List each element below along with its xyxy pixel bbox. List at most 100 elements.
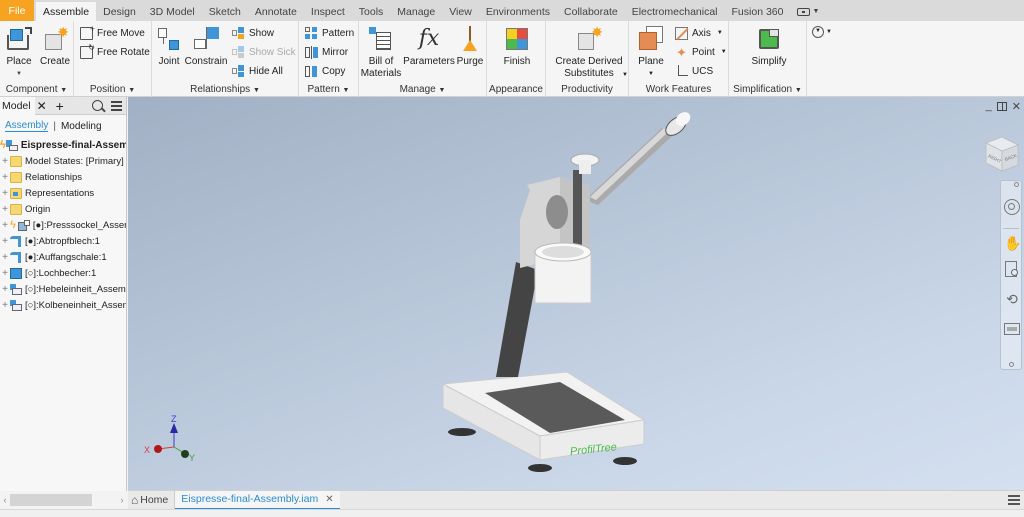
tab-electromechanical[interactable]: Electromechanical [625,2,725,21]
expand-icon[interactable]: + [0,156,10,167]
axis-button[interactable]: Axis ▼ [675,25,723,41]
panel-productivity: ✸ Create Derived Substitutes ▼ Productiv… [546,21,629,97]
constrain-button[interactable]: Constrain [185,25,227,68]
close-icon[interactable]: ✕ [37,99,47,113]
show-sick-icon [232,45,245,59]
simplify-button[interactable]: Simplify [749,25,789,68]
navbar-options-icon[interactable] [1014,182,1019,187]
scroll-right-icon[interactable]: › [117,495,127,505]
subtab-modeling[interactable]: Modeling [61,121,102,132]
tab-manage[interactable]: Manage [390,2,442,21]
create-derived-substitutes-button[interactable]: ✸ Create Derived Substitutes ▼ [552,25,628,80]
panel-label-position[interactable]: Position ▼ [74,84,151,95]
panel-label-component[interactable]: Component ▼ [0,84,73,95]
zoom-icon[interactable] [1005,261,1018,277]
add-tab-icon[interactable]: + [56,98,64,114]
tab-assemble[interactable]: Assemble [36,2,97,21]
pan-hand-icon[interactable]: ✋ [1004,235,1021,251]
assembly-model[interactable]: ProfilTree [420,112,720,472]
tab-file[interactable]: File [0,0,34,21]
expand-icon[interactable]: + [0,220,10,231]
view-face-icon[interactable] [1004,323,1020,335]
tab-collaborate[interactable]: Collaborate [557,2,625,21]
tree-item[interactable]: + [●]:Auffangschale:1 [0,249,126,265]
mirror-button[interactable]: Mirror [305,44,348,60]
expand-icon[interactable]: + [0,252,10,263]
free-move-button[interactable]: + Free Move [80,24,145,41]
tab-3d-model[interactable]: 3D Model [143,2,202,21]
search-icon[interactable] [92,100,106,113]
tree-item[interactable]: + [○]:Hebeleinheit_Assembly [0,281,126,297]
parameters-button[interactable]: fx Parameters [403,25,455,68]
scroll-thumb[interactable] [10,494,92,506]
tree-item[interactable]: + Origin [0,201,126,217]
ribbon-tab-bar: File Assemble Design 3D Model Sketch Ann… [0,0,1024,21]
ucs-button[interactable]: UCS [675,63,713,79]
expand-icon[interactable]: + [0,236,10,247]
browser-horizontal-scrollbar[interactable]: ‹ › [0,491,127,509]
bill-of-materials-button[interactable]: Bill of Materials [361,25,401,80]
point-button[interactable]: ✦ Point ▼ [675,44,727,60]
tab-annotate[interactable]: Annotate [248,2,304,21]
close-icon[interactable]: ✕ [325,494,333,505]
steering-wheel-icon[interactable] [1004,199,1020,215]
tree-item[interactable]: + [○]:Kolbeneinheit_Assembly [0,297,126,313]
viewcube[interactable]: RIGHT BACK [980,133,1022,175]
show-button[interactable]: Show [232,25,274,41]
work-plane-icon [637,25,665,53]
minimize-icon[interactable]: _ [986,100,992,113]
panel-label-relationships[interactable]: Relationships ▼ [152,84,298,95]
free-rotate-button[interactable]: ↻ Free Rotate [80,43,150,60]
tree-item[interactable]: + [○]:Lochbecher:1 [0,265,126,281]
tab-view[interactable]: View [442,2,479,21]
purge-button[interactable]: Purge [456,25,484,68]
ribbon-overflow-button[interactable]: ▼ ▼ [812,26,832,38]
document-tab-active[interactable]: Eispresse-final-Assembly.iam ✕ [175,490,340,510]
expand-icon[interactable]: + [0,204,10,215]
tab-environments[interactable]: Environments [479,2,557,21]
close-icon[interactable]: ✕ [1012,100,1021,113]
browser-tab-model[interactable]: Model [0,96,35,115]
tree-item[interactable]: + Relationships [0,169,126,185]
expand-icon[interactable]: + [0,284,10,295]
expand-icon[interactable]: + [0,188,10,199]
plane-button[interactable]: Plane ▼ [635,25,667,80]
menu-icon[interactable] [111,100,122,111]
circle-chevron-icon: ▼ [812,26,824,38]
orbit-icon[interactable]: ⟲ [1004,291,1020,307]
panel-label-manage[interactable]: Manage ▼ [359,84,486,95]
expand-icon[interactable]: + [0,172,10,183]
tab-tools[interactable]: Tools [352,2,391,21]
pattern-button[interactable]: Pattern [305,25,354,41]
home-tab[interactable]: ⌂ Home [128,490,176,510]
tree-item[interactable]: + Representations [0,185,126,201]
hide-all-button[interactable]: Hide All [232,63,283,79]
create-button[interactable]: ✸ Create [40,25,70,68]
expand-icon[interactable]: + [0,300,10,311]
tree-item[interactable]: + [●]:Abtropfblech:1 [0,233,126,249]
tree-item-label: [●]:Presssockel_Assembly [32,219,126,231]
tab-design[interactable]: Design [96,2,143,21]
panel-label-pattern[interactable]: Pattern ▼ [299,84,358,95]
part-icon [10,267,22,279]
graphics-viewport[interactable]: _ ✕ RIGHT BACK ✋ ⟲ ProfilTree Z X Y [128,97,1024,490]
finish-button[interactable]: Finish [502,25,532,68]
scroll-left-icon[interactable]: ‹ [0,495,10,505]
restore-icon[interactable] [996,102,1007,111]
copy-button[interactable]: Copy [305,63,345,79]
work-point-icon: ✦ [676,44,687,60]
expand-icon[interactable]: + [0,268,10,279]
tab-sketch[interactable]: Sketch [202,2,248,21]
tab-fusion-360[interactable]: Fusion 360 [725,2,791,21]
place-button[interactable]: Place ▼ [5,25,33,80]
tabs-menu-icon[interactable] [1008,495,1020,505]
subtab-assembly[interactable]: Assembly [5,120,49,132]
panel-label-simplification[interactable]: Simplification ▼ [729,84,806,95]
joint-button[interactable]: Joint [156,25,182,68]
tree-root[interactable]: ϟ Eispresse-final-Assembly [0,137,126,153]
ribbon-display-options-button[interactable]: ▼ [790,2,826,21]
tree-item[interactable]: + Model States: [Primary] [0,153,126,169]
tab-inspect[interactable]: Inspect [304,2,352,21]
navbar-options-icon[interactable] [1009,362,1014,367]
tree-item[interactable]: +ϟ [●]:Presssockel_Assembly [0,217,126,233]
